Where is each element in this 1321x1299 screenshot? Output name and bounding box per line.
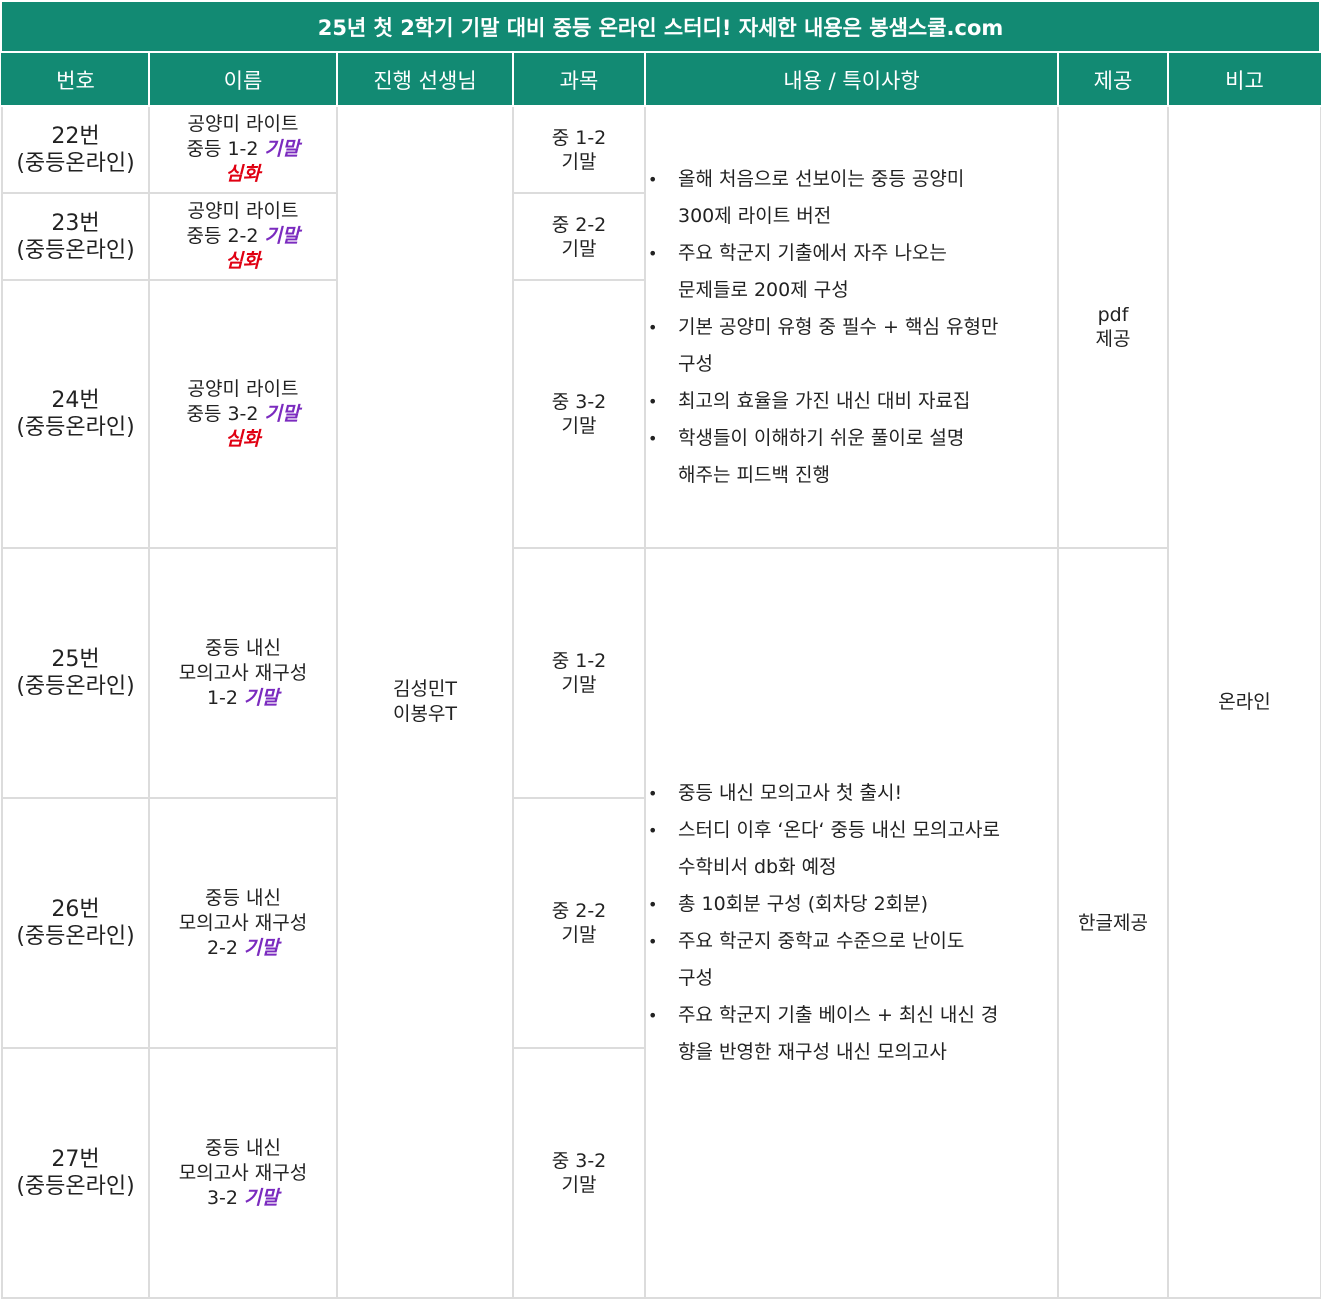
bullet-line: 문제들로 200제 구성 xyxy=(678,278,849,301)
row-number: 22번 (중등온라인) xyxy=(1,105,150,194)
bullet-line: 올해 처음으로 선보이는 중등 공양미 xyxy=(678,167,965,190)
provide-group-1: pdf 제공 xyxy=(1057,105,1169,549)
header-name: 이름 xyxy=(148,53,338,107)
table-row: 25번 (중등온라인) 중등 내신 모의고사 재구성 1-2 기말 중 1-2 기말… xyxy=(1,547,1321,1299)
row-name: 공양미 라이트 중등 1-2 기말 심화 xyxy=(148,105,338,194)
header-number: 번호 xyxy=(1,53,150,107)
content-list: 중등 내신 모의고사 첫 출시! 스터디 이후 ‘온다‘ 중등 내신 모의고사로수… xyxy=(646,775,1057,1071)
provide-group-2: 한글제공 xyxy=(1057,547,1169,1299)
bullet-line: 주요 학군지 기출에서 자주 나오는 xyxy=(678,241,947,264)
row-number: 25번 (중등온라인) xyxy=(1,547,150,799)
bullet-item: 주요 학군지 기출에서 자주 나오는문제들로 200제 구성 xyxy=(646,235,1057,309)
bullet-line: 주요 학군지 기출 베이스 + 최신 내신 경 xyxy=(678,1004,999,1026)
bullet-item: 학생들이 이해하기 쉬운 풀이로 설명해주는 피드백 진행 xyxy=(646,420,1057,494)
row-name: 공양미 라이트 중등 3-2 기말 심화 xyxy=(148,279,338,549)
bullet-item: 최고의 효율을 가진 내신 대비 자료집 xyxy=(646,383,1057,420)
row-subject: 중 1-2 기말 xyxy=(512,105,646,194)
row-subject: 중 3-2 기말 xyxy=(512,1047,646,1299)
bullet-item: 올해 처음으로 선보이는 중등 공양미 300제 라이트 버전 xyxy=(646,161,1057,235)
row-number: 24번 (중등온라인) xyxy=(1,279,150,549)
bullet-item: 총 10회분 구성 (회차당 2회분) xyxy=(646,886,1057,923)
bullet-line: 학생들이 이해하기 쉬운 풀이로 설명 xyxy=(678,426,965,449)
bullet-item: 주요 학군지 중학교 수준으로 난이도구성 xyxy=(646,923,1057,997)
bullet-line: 수학비서 db화 예정 xyxy=(678,856,837,878)
header-provide: 제공 xyxy=(1057,53,1169,107)
content-group-1: 올해 처음으로 선보이는 중등 공양미 300제 라이트 버전주요 학군지 기출에… xyxy=(644,105,1059,549)
bullet-line: 중등 내신 모의고사 첫 출시! xyxy=(678,782,903,804)
header-subject: 과목 xyxy=(512,53,646,107)
header-content: 내용 / 특이사항 xyxy=(644,53,1059,107)
bullet-item: 중등 내신 모의고사 첫 출시! xyxy=(646,775,1057,812)
study-table: 번호 이름 진행 선생님 과목 내용 / 특이사항 제공 비고 22번 (중등온라… xyxy=(1,53,1321,1299)
bullet-line: 스터디 이후 ‘온다‘ 중등 내신 모의고사로 xyxy=(678,819,1000,841)
table-row: 22번 (중등온라인) 공양미 라이트 중등 1-2 기말 심화 김성민T 이봉우T… xyxy=(1,105,1321,1299)
row-number: 23번 (중등온라인) xyxy=(1,192,150,281)
row-subject: 중 1-2 기말 xyxy=(512,547,646,799)
row-subject: 중 2-2 기말 xyxy=(512,192,646,281)
bullet-line: 해주는 피드백 진행 xyxy=(678,463,830,486)
header-teacher: 진행 선생님 xyxy=(336,53,514,107)
bullet-line: 구성 xyxy=(678,967,713,989)
bullet-item: 스터디 이후 ‘온다‘ 중등 내신 모의고사로수학비서 db화 예정 xyxy=(646,812,1057,886)
row-number: 27번 (중등온라인) xyxy=(1,1047,150,1299)
bullet-item: 주요 학군지 기출 베이스 + 최신 내신 경향을 반영한 재구성 내신 모의고… xyxy=(646,997,1057,1071)
header-row: 번호 이름 진행 선생님 과목 내용 / 특이사항 제공 비고 xyxy=(1,53,1321,107)
row-number: 26번 (중등온라인) xyxy=(1,797,150,1049)
remark-cell: 온라인 xyxy=(1167,105,1321,1299)
row-name: 중등 내신 모의고사 재구성 1-2 기말 xyxy=(148,547,338,799)
row-name: 중등 내신 모의고사 재구성 3-2 기말 xyxy=(148,1047,338,1299)
bullet-item: 기본 공양미 유형 중 필수 + 핵심 유형만구성 xyxy=(646,309,1057,383)
bullet-line: 구성 xyxy=(678,352,713,375)
banner-title: 25년 첫 2학기 기말 대비 중등 온라인 스터디! 자세한 내용은 봉샘스쿨… xyxy=(2,2,1319,51)
page: 25년 첫 2학기 기말 대비 중등 온라인 스터디! 자세한 내용은 봉샘스쿨… xyxy=(0,0,1321,1299)
row-name: 중등 내신 모의고사 재구성 2-2 기말 xyxy=(148,797,338,1049)
row-subject: 중 2-2 기말 xyxy=(512,797,646,1049)
row-name: 공양미 라이트 중등 2-2 기말 심화 xyxy=(148,192,338,281)
bullet-line: 주요 학군지 중학교 수준으로 난이도 xyxy=(678,930,965,952)
bullet-line: 300제 라이트 버전 xyxy=(678,204,832,227)
bullet-line: 향을 반영한 재구성 내신 모의고사 xyxy=(678,1041,947,1063)
content-group-2: 중등 내신 모의고사 첫 출시! 스터디 이후 ‘온다‘ 중등 내신 모의고사로수… xyxy=(644,547,1059,1299)
row-subject: 중 3-2 기말 xyxy=(512,279,646,549)
bullet-line: 기본 공양미 유형 중 필수 + 핵심 유형만 xyxy=(678,315,999,338)
teacher-cell: 김성민T 이봉우T xyxy=(336,105,514,1299)
content-list: 올해 처음으로 선보이는 중등 공양미 300제 라이트 버전주요 학군지 기출에… xyxy=(646,161,1057,494)
bullet-line: 총 10회분 구성 (회차당 2회분) xyxy=(678,893,929,915)
bullet-line: 최고의 효율을 가진 내신 대비 자료집 xyxy=(678,389,971,412)
header-remark: 비고 xyxy=(1167,53,1321,107)
